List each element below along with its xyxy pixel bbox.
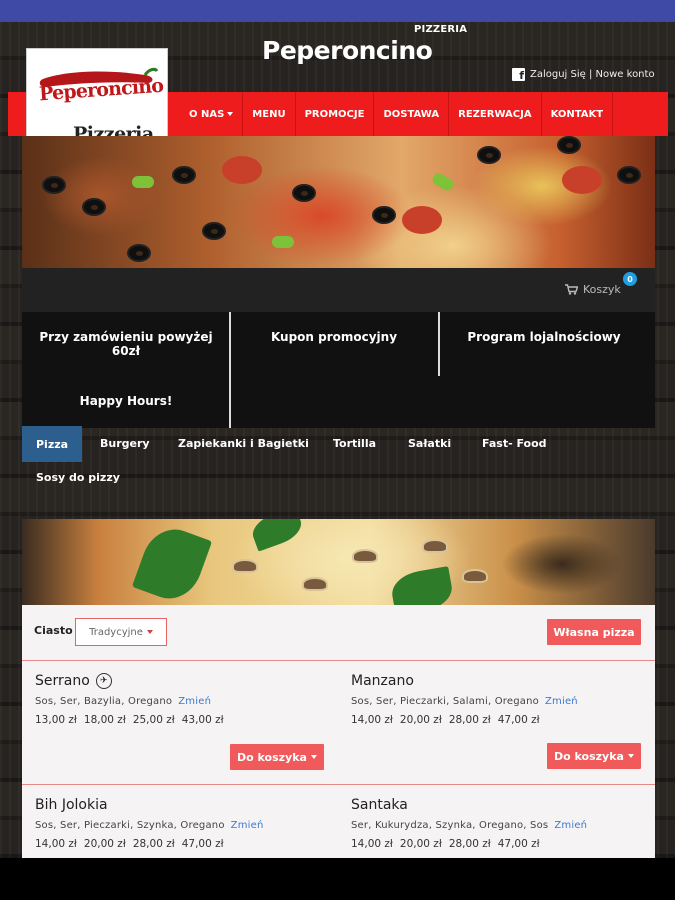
tab-burgery[interactable]: Burgery xyxy=(100,437,150,450)
product-bih-jolokia: Bih Jolokia Sos, Ser, Pieczarki, Szynka,… xyxy=(35,797,335,850)
facebook-icon: f xyxy=(512,68,525,81)
product-prices: 14,00 zł 20,00 zł 28,00 zł 47,00 zł xyxy=(351,714,651,726)
nav-promocje[interactable]: PROMOCJE xyxy=(296,92,375,136)
tab-pizza[interactable]: Pizza xyxy=(22,426,83,462)
tab-zapiekanki[interactable]: Zapiekanki i Bagietki xyxy=(178,437,309,450)
price-option[interactable]: 47,00 zł xyxy=(498,714,540,726)
dough-label: Ciasto xyxy=(34,624,73,637)
tab-sosy[interactable]: Sosy do pizzy xyxy=(36,471,120,484)
product-ingredients: Sos, Ser, Pieczarki, Szynka, Oregano xyxy=(35,820,225,831)
chevron-down-icon xyxy=(627,754,634,758)
dough-select-value: Tradycyjne xyxy=(89,626,143,638)
promo-min-order[interactable]: Przy zamówieniu powyżej 60zł xyxy=(36,330,216,358)
product-name: Serrano xyxy=(35,673,90,689)
change-ingredients-link[interactable]: Zmień xyxy=(554,820,587,831)
product-ingredients: Sos, Ser, Pieczarki, Salami, Oregano xyxy=(351,696,539,707)
main-nav: O NAS MENU PROMOCJE DOSTAWA REZERWACJA K… xyxy=(180,92,614,136)
price-option[interactable]: 47,00 zł xyxy=(498,838,540,850)
nav-o-nas-label: O NAS xyxy=(189,108,225,120)
product-name: Manzano xyxy=(351,673,414,689)
hero-pizza-banner xyxy=(22,136,655,268)
product-prices: 14,00 zł 20,00 zł 28,00 zł 47,00 zł xyxy=(35,838,335,850)
price-option[interactable]: 18,00 zł xyxy=(84,714,126,726)
change-ingredients-link[interactable]: Zmień xyxy=(178,696,211,707)
brand-subtitle: PIZZERIA xyxy=(414,24,468,35)
price-option[interactable]: 28,00 zł xyxy=(449,838,491,850)
price-option[interactable]: 28,00 zł xyxy=(133,838,175,850)
promo-coupon[interactable]: Kupon promocyjny xyxy=(244,330,424,344)
product-prices: 13,00 zł 18,00 zł 25,00 zł 43,00 zł xyxy=(35,714,335,726)
nav-menu[interactable]: MENU xyxy=(243,92,296,136)
price-option[interactable]: 20,00 zł xyxy=(84,838,126,850)
change-ingredients-link[interactable]: Zmień xyxy=(545,696,578,707)
add-to-cart-button[interactable]: Do koszyka xyxy=(230,744,324,770)
product-ingredients: Sos, Ser, Bazylia, Oregano xyxy=(35,696,173,707)
change-ingredients-link[interactable]: Zmień xyxy=(231,820,264,831)
tab-salatki[interactable]: Sałatki xyxy=(408,437,451,450)
chevron-down-icon xyxy=(146,630,153,634)
product-santaka: Santaka Ser, Kukurydza, Szynka, Oregano,… xyxy=(351,797,651,850)
product-ingredients: Ser, Kukurydza, Szynka, Oregano, Sos xyxy=(351,820,549,831)
tab-tortilla[interactable]: Tortilla xyxy=(333,437,376,450)
cart-label: Koszyk xyxy=(583,283,621,296)
chevron-down-icon xyxy=(310,755,317,759)
price-option[interactable]: 47,00 zł xyxy=(182,838,224,850)
promo-loyalty[interactable]: Program lojalnościowy xyxy=(454,330,634,344)
nav-rezerwacja[interactable]: REZERWACJA xyxy=(449,92,542,136)
divider xyxy=(22,784,655,785)
cart-count-badge: 0 xyxy=(623,272,637,286)
menu-pizza-banner xyxy=(22,519,655,605)
product-prices: 14,00 zł 20,00 zł 28,00 zł 47,00 zł xyxy=(351,838,651,850)
tab-fast-food[interactable]: Fast- Food xyxy=(482,437,547,450)
price-option[interactable]: 25,00 zł xyxy=(133,714,175,726)
cart-button[interactable]: Koszyk xyxy=(565,283,621,296)
product-name: Santaka xyxy=(351,797,408,813)
price-option[interactable]: 20,00 zł xyxy=(400,714,442,726)
promo-divider xyxy=(229,312,231,428)
nav-dostawa[interactable]: DOSTAWA xyxy=(374,92,450,136)
dough-select[interactable]: Tradycyjne xyxy=(75,618,167,646)
add-to-cart-label: Do koszyka xyxy=(237,750,307,764)
price-option[interactable]: 20,00 zł xyxy=(400,838,442,850)
cart-icon xyxy=(565,284,578,295)
price-option[interactable]: 13,00 zł xyxy=(35,714,77,726)
nav-kontakt[interactable]: KONTAKT xyxy=(542,92,614,136)
nav-o-nas[interactable]: O NAS xyxy=(180,92,244,136)
cart-bar xyxy=(22,268,655,312)
login-text[interactable]: Zaloguj Się | Nowe konto xyxy=(530,69,655,80)
top-status-bar xyxy=(0,0,675,22)
vegetarian-icon: ✈ xyxy=(95,673,112,689)
custom-pizza-button[interactable]: Własna pizza xyxy=(547,619,641,645)
add-to-cart-label: Do koszyka xyxy=(554,749,624,763)
price-option[interactable]: 14,00 zł xyxy=(351,838,393,850)
menu-list: Ciasto Tradycyjne Własna pizza Serrano ✈… xyxy=(22,605,655,858)
price-option[interactable]: 28,00 zł xyxy=(449,714,491,726)
promo-divider xyxy=(438,312,440,376)
product-name: Bih Jolokia xyxy=(35,797,108,813)
price-option[interactable]: 43,00 zł xyxy=(182,714,224,726)
add-to-cart-button[interactable]: Do koszyka xyxy=(547,743,641,769)
promo-happy-hours[interactable]: Happy Hours! xyxy=(36,394,216,408)
price-option[interactable]: 14,00 zł xyxy=(351,714,393,726)
divider xyxy=(22,660,655,661)
login-link[interactable]: f Zaloguj Się | Nowe konto xyxy=(512,68,655,81)
brand-title[interactable]: Peperoncino xyxy=(262,36,433,65)
product-manzano: Manzano Sos, Ser, Pieczarki, Salami, Ore… xyxy=(351,673,651,726)
price-option[interactable]: 14,00 zł xyxy=(35,838,77,850)
bottom-navigation-bar xyxy=(0,858,675,900)
chevron-down-icon xyxy=(227,112,234,116)
product-serrano: Serrano ✈ Sos, Ser, Bazylia, Oregano Zmie… xyxy=(35,673,335,726)
